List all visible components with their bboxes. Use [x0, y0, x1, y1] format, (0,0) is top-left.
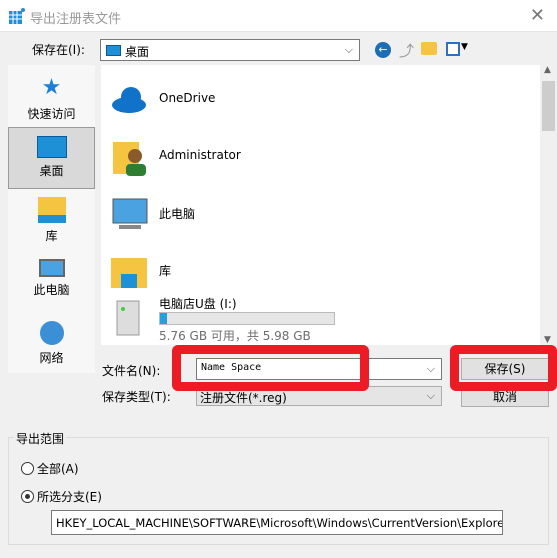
file-name: 此电脑: [159, 207, 196, 221]
drive-usage-fill: [160, 313, 167, 324]
save-in-label: 保存在(I):: [32, 43, 85, 57]
location-value: 桌面: [125, 45, 150, 59]
highlight-box-save: [450, 345, 557, 391]
radio-circle[interactable]: [21, 490, 34, 503]
sidebar-item-label: 桌面: [39, 164, 64, 178]
file-list[interactable]: OneDrive Administrator 此电脑 库 电脑店U盘 (I:) …: [101, 65, 540, 345]
cloud-icon: [112, 87, 146, 113]
back-icon[interactable]: ←: [375, 42, 391, 58]
chevron-down-icon[interactable]: ⌵: [427, 362, 435, 376]
radio-selected-branch[interactable]: 所选分支(E): [21, 488, 102, 505]
file-name: Administrator: [159, 148, 241, 162]
window-title: 导出注册表文件: [30, 12, 122, 27]
radio-label: 所选分支(E): [37, 490, 102, 504]
filetype-label: 保存类型(T):: [102, 390, 171, 404]
user-folder-icon: [113, 142, 146, 176]
close-icon[interactable]: ✕: [530, 5, 545, 26]
sidebar-item-label: 此电脑: [33, 283, 70, 297]
filetype-value: 注册文件(*.reg): [200, 391, 287, 405]
list-item[interactable]: 电脑店U盘 (I:) 5.76 GB 可用，共 5.98 GB: [101, 293, 540, 345]
drive-usage-bar: [159, 312, 335, 325]
list-item[interactable]: 库: [101, 242, 540, 298]
scrollbar[interactable]: ▲ ▼: [540, 65, 557, 345]
library-icon: [111, 258, 147, 288]
new-folder-icon[interactable]: [421, 42, 437, 55]
radio-label: 全部(A): [37, 462, 79, 476]
list-item[interactable]: 此电脑: [101, 185, 540, 241]
star-icon: ★: [41, 75, 62, 100]
computer-icon: [112, 198, 148, 229]
registry-icon: [9, 8, 25, 24]
branch-path-input[interactable]: HKEY_LOCAL_MACHINE\SOFTWARE\Microsoft\Wi…: [51, 510, 503, 535]
file-name: 电脑店U盘 (I:): [159, 297, 237, 311]
list-item[interactable]: OneDrive: [101, 71, 540, 127]
desktop-icon: [36, 136, 67, 158]
highlight-box-filename: [172, 345, 369, 391]
title-bar: 导出注册表文件 ✕: [0, 0, 557, 32]
radio-circle[interactable]: [21, 462, 34, 475]
sidebar-item-library[interactable]: 库: [8, 189, 95, 251]
chevron-down-icon: ⌵: [344, 43, 353, 56]
drive-space-text: 5.76 GB 可用，共 5.98 GB: [159, 329, 311, 343]
up-folder-icon[interactable]: ⤴: [399, 40, 414, 61]
desktop-icon: [106, 45, 121, 56]
computer-icon: [38, 259, 65, 277]
sidebar-item-this-pc[interactable]: 此电脑: [8, 251, 95, 313]
sidebar-item-label: 网络: [39, 351, 64, 365]
library-icon: [37, 197, 66, 223]
file-name: OneDrive: [159, 91, 216, 105]
sidebar-item-quick-access[interactable]: ★ 快速访问: [8, 67, 95, 129]
file-name: 库: [159, 264, 172, 278]
sidebar-item-network[interactable]: 网络: [8, 313, 95, 375]
location-dropdown[interactable]: 桌面 ⌵: [100, 39, 360, 61]
branch-path-value: HKEY_LOCAL_MACHINE\SOFTWARE\Microsoft\Wi…: [56, 516, 503, 530]
drive-icon: [116, 300, 140, 336]
view-menu-icon[interactable]: [446, 42, 460, 56]
network-icon: [39, 321, 64, 345]
radio-all[interactable]: 全部(A): [21, 460, 79, 477]
chevron-down-icon: ⌵: [426, 389, 435, 402]
list-item[interactable]: Administrator: [101, 128, 540, 184]
filename-label: 文件名(N):: [102, 364, 161, 378]
view-dropdown-arrow-icon[interactable]: ▼: [461, 42, 468, 52]
sidebar-item-desktop[interactable]: 桌面: [8, 127, 95, 189]
export-range-label: 导出范围: [14, 430, 67, 447]
places-bar: ★ 快速访问 桌面 库 此电脑 网络: [8, 65, 95, 373]
sidebar-item-label: 库: [45, 229, 58, 243]
sidebar-item-label: 快速访问: [27, 107, 76, 121]
